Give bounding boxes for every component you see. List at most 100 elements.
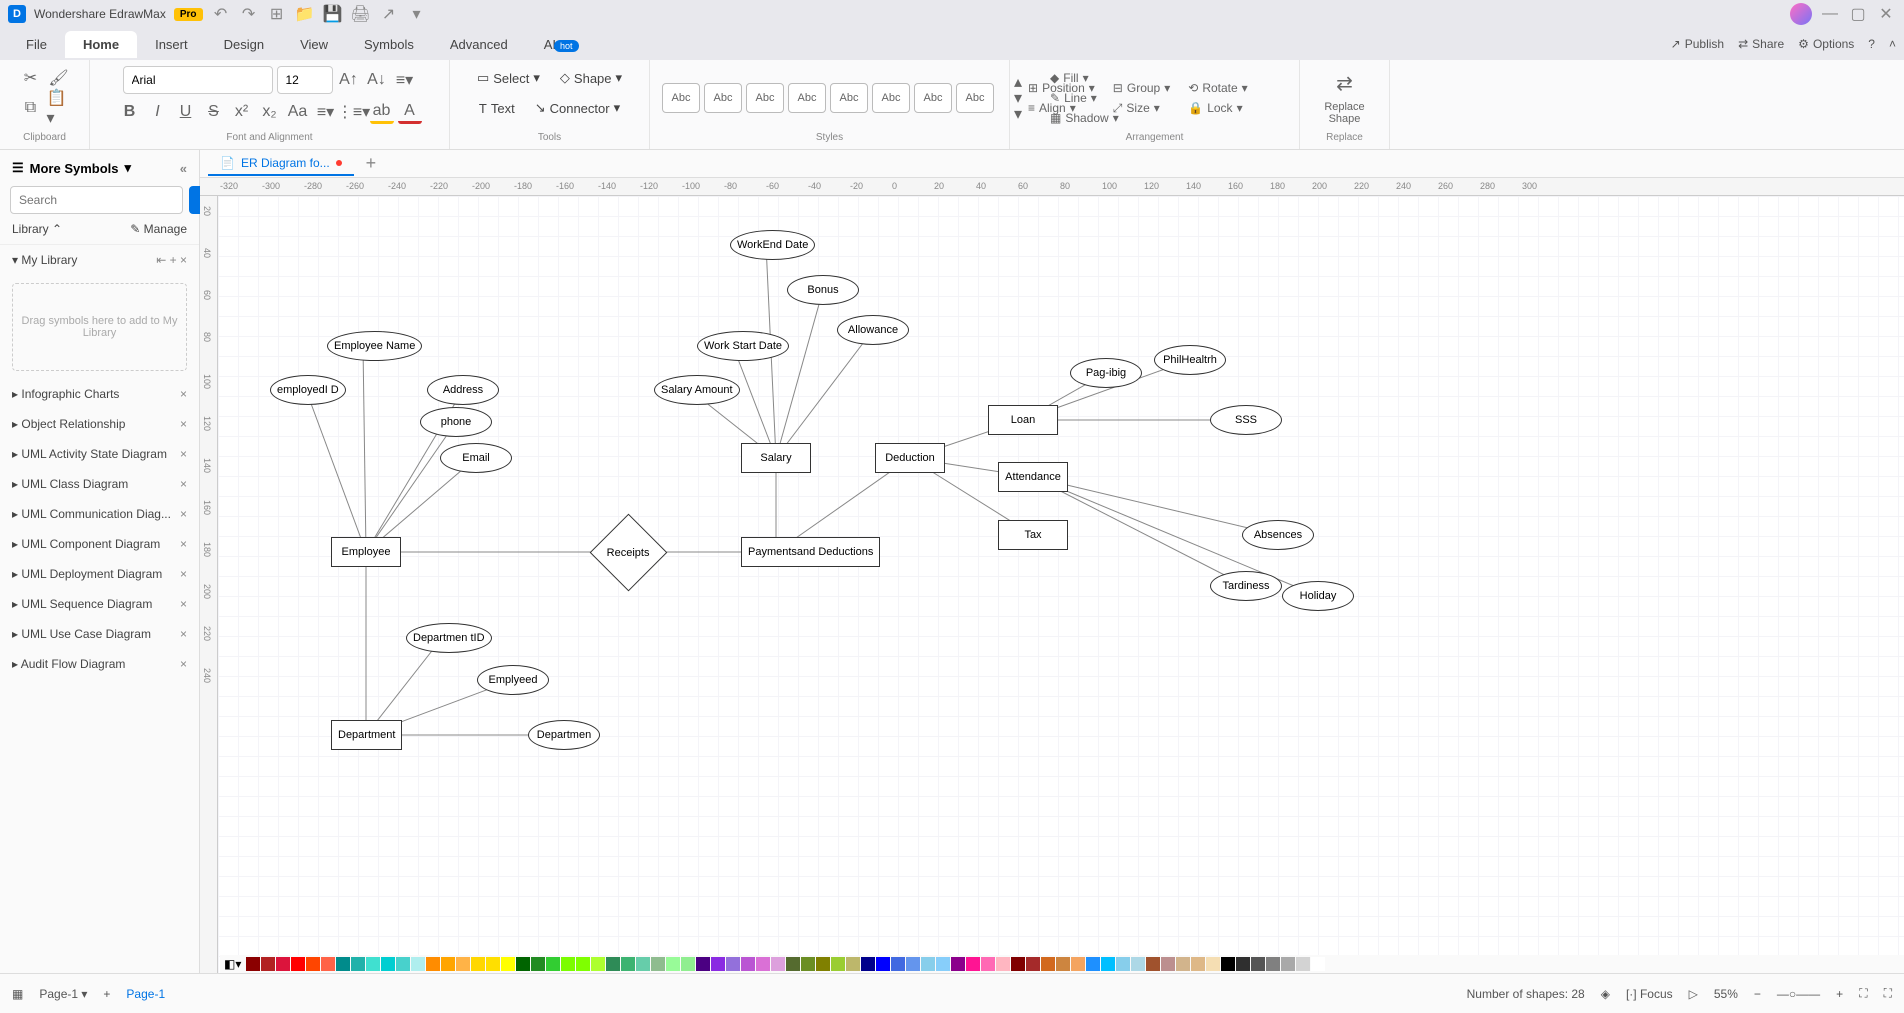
library-category[interactable]: ▸ Object Relationship× <box>0 409 199 439</box>
library-category[interactable]: ▸ UML Sequence Diagram× <box>0 589 199 619</box>
text-tool[interactable]: T Text <box>471 97 523 120</box>
er-node-philhealth[interactable]: PhilHealtrh <box>1154 345 1226 375</box>
connector-tool[interactable]: ↘ Connector ▾ <box>527 96 628 120</box>
zoom-out-button[interactable]: − <box>1754 987 1761 1001</box>
library-label[interactable]: Library ⌃ <box>12 222 62 236</box>
color-swatch[interactable] <box>606 957 620 971</box>
er-node-bonus[interactable]: Bonus <box>787 275 859 305</box>
color-swatch[interactable] <box>1266 957 1280 971</box>
close-lib-icon[interactable]: × <box>180 253 187 267</box>
replace-shape-label[interactable]: Replace Shape <box>1312 101 1377 125</box>
page-tab[interactable]: Page-1 <box>126 987 165 1001</box>
er-node-email[interactable]: Email <box>440 443 512 473</box>
color-swatch[interactable] <box>546 957 560 971</box>
color-swatch[interactable] <box>696 957 710 971</box>
color-swatch[interactable] <box>396 957 410 971</box>
library-category[interactable]: ▸ UML Component Diagram× <box>0 529 199 559</box>
color-swatch[interactable] <box>741 957 755 971</box>
new-icon[interactable]: ⊞ <box>267 4 287 24</box>
color-swatch[interactable] <box>1281 957 1295 971</box>
er-node-allowance[interactable]: Allowance <box>837 315 909 345</box>
undo-icon[interactable]: ↶ <box>211 4 231 24</box>
menu-tab-advanced[interactable]: Advanced <box>432 31 526 58</box>
library-category[interactable]: ▸ UML Class Diagram× <box>0 469 199 499</box>
avatar[interactable] <box>1790 3 1812 25</box>
color-swatch[interactable] <box>456 957 470 971</box>
maximize-icon[interactable]: ▢ <box>1848 4 1868 24</box>
color-swatch[interactable] <box>651 957 665 971</box>
er-node-loan[interactable]: Loan <box>988 405 1058 435</box>
color-swatch[interactable] <box>426 957 440 971</box>
color-swatch[interactable] <box>501 957 515 971</box>
color-swatch[interactable] <box>561 957 575 971</box>
close-category-icon[interactable]: × <box>180 657 187 671</box>
close-category-icon[interactable]: × <box>180 507 187 521</box>
color-swatch[interactable] <box>681 957 695 971</box>
er-node-empname[interactable]: Employee Name <box>327 331 422 361</box>
er-node-employeeid[interactable]: employedI D <box>270 375 346 405</box>
color-swatch[interactable] <box>531 957 545 971</box>
library-category[interactable]: ▸ Infographic Charts× <box>0 379 199 409</box>
er-node-receipts[interactable]: Receipts <box>589 513 667 591</box>
close-category-icon[interactable]: × <box>180 417 187 431</box>
paste-icon[interactable]: 📋▾ <box>47 96 71 120</box>
page-selector[interactable]: Page-1 ▾ <box>39 987 87 1001</box>
collapse-sidebar-icon[interactable]: « <box>180 161 187 176</box>
save-icon[interactable]: 💾 <box>323 4 343 24</box>
menu-tab-symbols[interactable]: Symbols <box>346 31 432 58</box>
color-swatch[interactable] <box>1041 957 1055 971</box>
color-swatch[interactable] <box>1101 957 1115 971</box>
page-menu-icon[interactable]: ▦ <box>12 987 23 1001</box>
color-swatch[interactable] <box>246 957 260 971</box>
library-category[interactable]: ▸ UML Activity State Diagram× <box>0 439 199 469</box>
color-swatch[interactable] <box>891 957 905 971</box>
publish-button[interactable]: ↗ Publish <box>1671 37 1724 51</box>
format-painter-icon[interactable]: 🖌 <box>47 66 71 90</box>
color-swatch[interactable] <box>291 957 305 971</box>
decrease-font-icon[interactable]: A↓ <box>365 68 389 92</box>
bullets-icon[interactable]: ⋮≡▾ <box>342 100 366 124</box>
minimize-icon[interactable]: — <box>1820 4 1840 24</box>
color-swatch[interactable] <box>1311 957 1325 971</box>
color-swatch[interactable] <box>366 957 380 971</box>
style-preset[interactable]: Abc <box>788 83 826 113</box>
color-swatch[interactable] <box>951 957 965 971</box>
bold-icon[interactable]: B <box>118 100 142 124</box>
options-button[interactable]: ⚙ Options <box>1798 37 1854 51</box>
menu-tab-home[interactable]: Home <box>65 31 137 58</box>
style-preset[interactable]: Abc <box>830 83 868 113</box>
library-category[interactable]: ▸ UML Use Case Diagram× <box>0 619 199 649</box>
color-swatch[interactable] <box>756 957 770 971</box>
menu-tab-file[interactable]: File <box>8 31 65 58</box>
er-node-deptid[interactable]: Departmen tID <box>406 623 492 653</box>
close-category-icon[interactable]: × <box>180 597 187 611</box>
search-input[interactable] <box>10 186 183 214</box>
font-size-select[interactable] <box>277 66 333 94</box>
close-category-icon[interactable]: × <box>180 537 187 551</box>
color-swatch[interactable] <box>486 957 500 971</box>
color-swatch[interactable] <box>441 957 455 971</box>
fit-page-icon[interactable]: ⛶ <box>1859 986 1867 1001</box>
subscript-icon[interactable]: x₂ <box>258 100 282 124</box>
replace-shape-icon[interactable]: ⇄ <box>1333 71 1357 95</box>
sidebar-title[interactable]: ☰ More Symbols▾ « <box>0 150 199 186</box>
increase-font-icon[interactable]: A↑ <box>337 68 361 92</box>
italic-icon[interactable]: I <box>146 100 170 124</box>
cut-icon[interactable]: ✂ <box>19 66 43 90</box>
size-button[interactable]: ⤢ Size ▾ <box>1107 99 1176 118</box>
er-node-holiday[interactable]: Holiday <box>1282 581 1354 611</box>
color-swatch[interactable] <box>276 957 290 971</box>
superscript-icon[interactable]: x² <box>230 100 254 124</box>
er-node-department[interactable]: Department <box>331 720 402 750</box>
canvas[interactable]: WorkEnd DateBonusAllowanceEmployee NameW… <box>218 196 1904 973</box>
color-swatch[interactable] <box>621 957 635 971</box>
library-category[interactable]: ▸ UML Communication Diag...× <box>0 499 199 529</box>
redo-icon[interactable]: ↷ <box>239 4 259 24</box>
er-node-payded[interactable]: Paymentsand Deductions <box>741 537 880 567</box>
color-swatch[interactable] <box>786 957 800 971</box>
er-node-salamt[interactable]: Salary Amount <box>654 375 740 405</box>
presentation-icon[interactable]: ▷ <box>1689 987 1698 1001</box>
share-button[interactable]: ⇄ Share <box>1738 37 1784 51</box>
color-swatch[interactable] <box>1011 957 1025 971</box>
color-swatch[interactable] <box>1176 957 1190 971</box>
